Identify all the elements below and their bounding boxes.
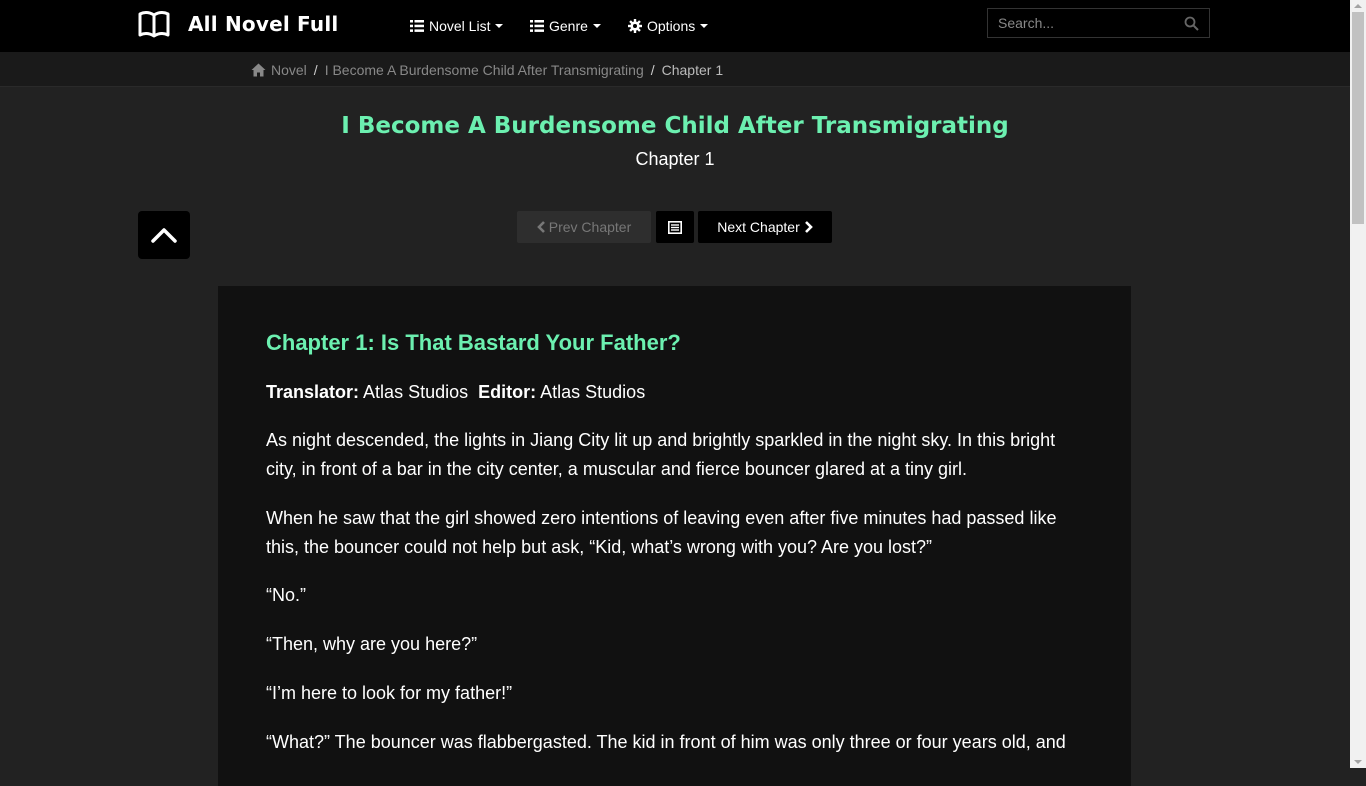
- breadcrumb-home-link[interactable]: Novel: [271, 62, 307, 78]
- nav-novel-list[interactable]: Novel List: [410, 0, 504, 52]
- breadcrumb-current: Chapter 1: [661, 62, 724, 78]
- search-input[interactable]: [998, 15, 1178, 31]
- chapter-paragraph: “Then, why are you here?”: [266, 634, 478, 654]
- breadcrumb-separator: /: [650, 62, 655, 78]
- editor-name: Atlas Studios: [540, 382, 646, 402]
- nav-label: Options: [647, 18, 696, 34]
- next-chapter-button[interactable]: Next Chapter: [698, 211, 832, 243]
- scroll-to-top-button[interactable]: [138, 211, 190, 259]
- prev-chapter-label: Prev Chapter: [548, 219, 632, 235]
- translator-name: Atlas Studios: [363, 382, 469, 402]
- editor-label: Editor:: [478, 382, 537, 402]
- search-box: [987, 8, 1210, 38]
- top-navbar: All Novel Full Novel List Genre Options …: [0, 0, 1350, 52]
- chapter-paragraph: “No.”: [266, 585, 306, 605]
- search-icon[interactable]: [1184, 16, 1199, 31]
- chevron-left-icon: [536, 221, 545, 233]
- chapter-list-button[interactable]: [656, 211, 694, 243]
- chapter-paragraph: “I’m here to look for my father!”: [266, 683, 513, 703]
- chapter-content: Chapter 1: Is That Bastard Your Father? …: [218, 286, 1131, 786]
- nav-options[interactable]: Options: [628, 0, 709, 52]
- brand-link[interactable]: All Novel Full: [138, 10, 338, 38]
- credits-line: Translator: Atlas Studios Editor: Atlas …: [266, 382, 645, 403]
- breadcrumb-novel-link[interactable]: I Become A Burdensome Child After Transm…: [325, 62, 644, 78]
- breadcrumb-separator: /: [313, 62, 318, 78]
- chapter-paragraph: As night descended, the lights in Jiang …: [266, 430, 1056, 479]
- list-alt-icon: [668, 220, 682, 234]
- chapter-paragraph: When he saw that the girl showed zero in…: [266, 508, 1057, 557]
- translator-label: Translator:: [266, 382, 360, 402]
- nav-label: Novel List: [429, 18, 491, 34]
- chapter-subtitle: Chapter 1: [635, 149, 715, 169]
- prev-chapter-button[interactable]: Prev Chapter: [517, 211, 651, 243]
- page-scrollbar[interactable]: [1350, 0, 1366, 768]
- caret-down-icon: [592, 24, 601, 28]
- book-icon: [138, 11, 170, 38]
- chevron-right-icon: [804, 221, 813, 233]
- scrollbar-thumb[interactable]: [1352, 12, 1364, 224]
- list-icon: [530, 20, 544, 32]
- scroll-down-arrow-icon[interactable]: [1354, 760, 1362, 764]
- caret-down-icon: [495, 24, 504, 28]
- chapter-heading: Chapter 1: Is That Bastard Your Father?: [266, 330, 681, 355]
- list-icon: [410, 20, 424, 32]
- breadcrumb: Novel / I Become A Burdensome Child Afte…: [251, 62, 723, 78]
- breadcrumb-bar: Novel / I Become A Burdensome Child Afte…: [0, 52, 1350, 87]
- nav-genre[interactable]: Genre: [530, 0, 601, 52]
- chevron-up-icon: [151, 228, 177, 243]
- next-chapter-label: Next Chapter: [717, 219, 800, 235]
- gear-icon: [628, 19, 642, 33]
- home-icon[interactable]: [251, 63, 266, 77]
- brand-name: All Novel Full: [188, 12, 339, 36]
- chapter-paragraph: “What?” The bouncer was flabbergasted. T…: [266, 732, 1066, 752]
- novel-title[interactable]: I Become A Burdensome Child After Transm…: [0, 113, 1350, 139]
- caret-down-icon: [700, 24, 709, 28]
- scroll-up-arrow-icon[interactable]: [1354, 4, 1362, 8]
- nav-label: Genre: [549, 18, 588, 34]
